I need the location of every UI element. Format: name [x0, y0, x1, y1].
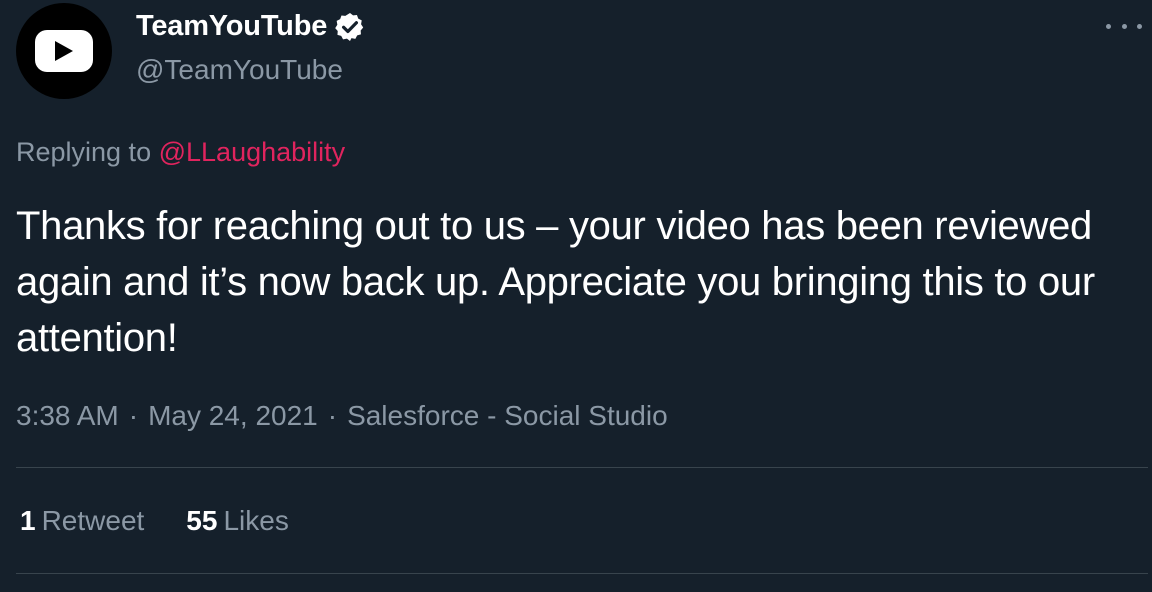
divider [16, 573, 1148, 574]
youtube-logo-icon [35, 30, 93, 72]
tweet-stats: 1 Retweet 55 Likes [20, 505, 289, 537]
tweet-date[interactable]: May 24, 2021 [148, 400, 318, 432]
play-icon [55, 41, 73, 61]
author-display-name[interactable]: TeamYouTube [136, 10, 327, 43]
likes-count: 55 [186, 505, 218, 536]
more-options-icon[interactable] [1106, 16, 1142, 36]
reply-mention-link[interactable]: @LLaughability [159, 137, 346, 167]
tweet-meta: 3:38 AM · May 24, 2021 · Salesforce - So… [16, 400, 668, 432]
likes-label: Likes [223, 505, 289, 536]
meta-separator: · [128, 400, 139, 431]
tweet-text: Thanks for reaching out to us – your vid… [16, 204, 1095, 360]
replying-to-label: Replying to [16, 137, 152, 167]
retweets-stat[interactable]: 1 Retweet [20, 505, 144, 537]
tweet-source[interactable]: Salesforce - Social Studio [347, 400, 668, 432]
meta-separator: · [327, 400, 338, 431]
divider [16, 467, 1148, 468]
likes-stat[interactable]: 55 Likes [186, 505, 289, 537]
tweet-card: TeamYouTube @TeamYouTube Replying to @LL… [0, 0, 1152, 592]
author-name-row: TeamYouTube [136, 10, 366, 43]
replying-to-line: Replying to @LLaughability [16, 137, 345, 168]
author-handle[interactable]: @TeamYouTube [136, 54, 343, 86]
retweets-count: 1 [20, 505, 36, 536]
retweets-label: Retweet [41, 505, 145, 536]
tweet-time[interactable]: 3:38 AM [16, 400, 119, 432]
avatar[interactable] [16, 3, 112, 99]
verified-badge-icon [335, 12, 364, 41]
